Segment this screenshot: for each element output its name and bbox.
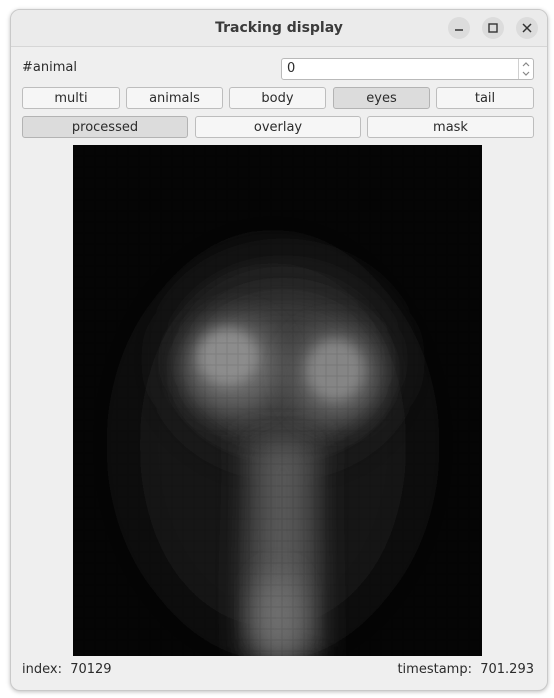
tail-button[interactable]: tail <box>436 87 534 109</box>
timestamp-label: timestamp: <box>397 662 472 677</box>
mask-button[interactable]: mask <box>367 116 534 138</box>
animal-spinbox[interactable]: 0 <box>281 58 534 80</box>
processed-button[interactable]: processed <box>22 116 188 138</box>
multi-button[interactable]: multi <box>22 87 120 109</box>
minimize-button[interactable] <box>448 17 470 39</box>
spin-up-icon[interactable] <box>521 60 531 69</box>
tracking-display-window: Tracking display #animal 0 multi animals… <box>10 9 548 691</box>
eyes-button[interactable]: eyes <box>333 87 430 109</box>
index-value: 70129 <box>70 662 112 677</box>
animal-spinbox-value[interactable]: 0 <box>287 60 295 78</box>
processed-larva-image <box>73 145 482 656</box>
spinbox-arrows <box>518 59 533 79</box>
tracking-image-display[interactable] <box>73 145 482 656</box>
close-button[interactable] <box>516 17 538 39</box>
spin-down-icon[interactable] <box>521 69 531 78</box>
index-status: index: 70129 <box>22 662 112 677</box>
maximize-button[interactable] <box>482 17 504 39</box>
close-icon <box>522 23 532 33</box>
index-label: index: <box>22 662 62 677</box>
title-bar[interactable]: Tracking display <box>11 10 547 47</box>
body-button[interactable]: body <box>229 87 326 109</box>
animal-label: #animal <box>22 60 77 75</box>
overlay-button[interactable]: overlay <box>195 116 361 138</box>
animals-button[interactable]: animals <box>126 87 223 109</box>
minimize-icon <box>455 29 463 31</box>
timestamp-value: 701.293 <box>480 662 534 677</box>
maximize-icon <box>488 23 498 33</box>
timestamp-status: timestamp: 701.293 <box>397 662 534 677</box>
